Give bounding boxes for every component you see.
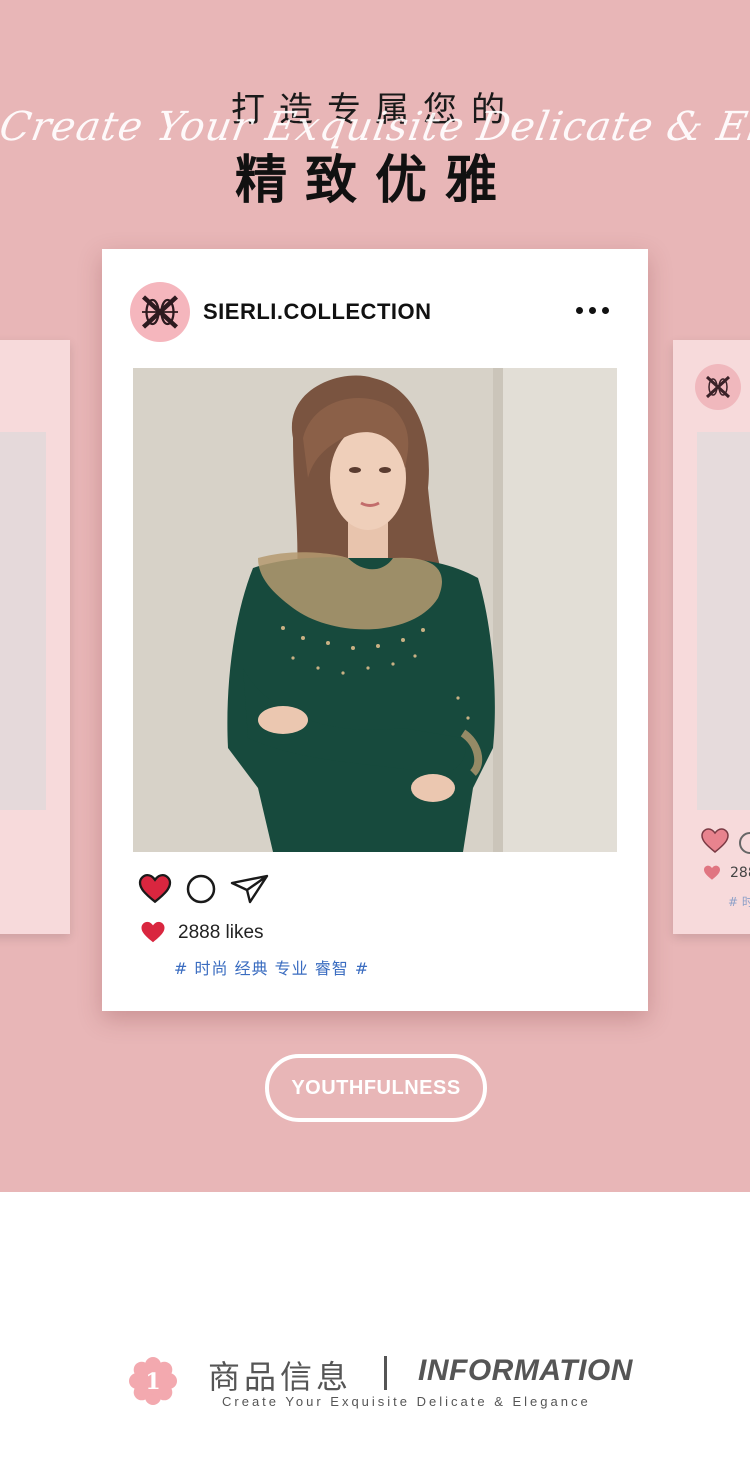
- likes-count: 2888 likes: [178, 921, 264, 943]
- brand-logo-icon: [141, 295, 179, 329]
- title-divider: [384, 1356, 387, 1390]
- brand-avatar[interactable]: [130, 282, 190, 342]
- likes-row: 2888 likes: [140, 921, 264, 944]
- side-card-right[interactable]: 288 # 时: [673, 340, 750, 934]
- section-number: 1: [145, 1369, 160, 1395]
- side-card-photo: [0, 432, 46, 810]
- likes-count: 288: [730, 865, 750, 881]
- side-card-left[interactable]: [0, 340, 70, 934]
- info-subtitle: Create Your Exquisite Delicate & Eleganc…: [222, 1394, 591, 1409]
- more-dots-icon[interactable]: [576, 307, 609, 314]
- heart-icon[interactable]: [138, 874, 172, 904]
- comment-icon[interactable]: [186, 874, 216, 904]
- information-header: 1 商品信息 INFORMATION Create Your Exquisite…: [0, 1340, 750, 1430]
- hero-section: 打造专属您的 Create Your Exquisite Delicate & …: [0, 0, 750, 1192]
- heart-icon: [704, 865, 720, 880]
- hashtags[interactable]: # 时: [728, 893, 750, 910]
- hashtags[interactable]: # 时尚 经典 专业 睿智 #: [174, 955, 369, 979]
- model-photo-illustration: [133, 368, 617, 852]
- brand-avatar: [695, 364, 741, 410]
- headline-line2: 精致优雅: [234, 151, 515, 211]
- info-title-cn: 商品信息: [208, 1358, 353, 1396]
- side-card-photo: [697, 432, 750, 810]
- comment-icon[interactable]: [739, 832, 750, 854]
- number-flower-icon: 1: [129, 1357, 177, 1405]
- heart-icon[interactable]: [701, 828, 729, 854]
- brand-logo-icon: [705, 375, 731, 399]
- post-card: SIERLI.COLLECTION 2888 likes # 时尚 经典 专业 …: [102, 249, 648, 1011]
- post-username[interactable]: SIERLI.COLLECTION: [203, 299, 432, 325]
- heart-icon: [141, 921, 165, 943]
- post-actions: [138, 873, 270, 905]
- youthfulness-badge[interactable]: YOUTHFULNESS: [265, 1054, 487, 1122]
- share-icon[interactable]: [230, 873, 270, 905]
- model-photo: [133, 368, 617, 852]
- info-title-en: INFORMATION: [418, 1354, 633, 1387]
